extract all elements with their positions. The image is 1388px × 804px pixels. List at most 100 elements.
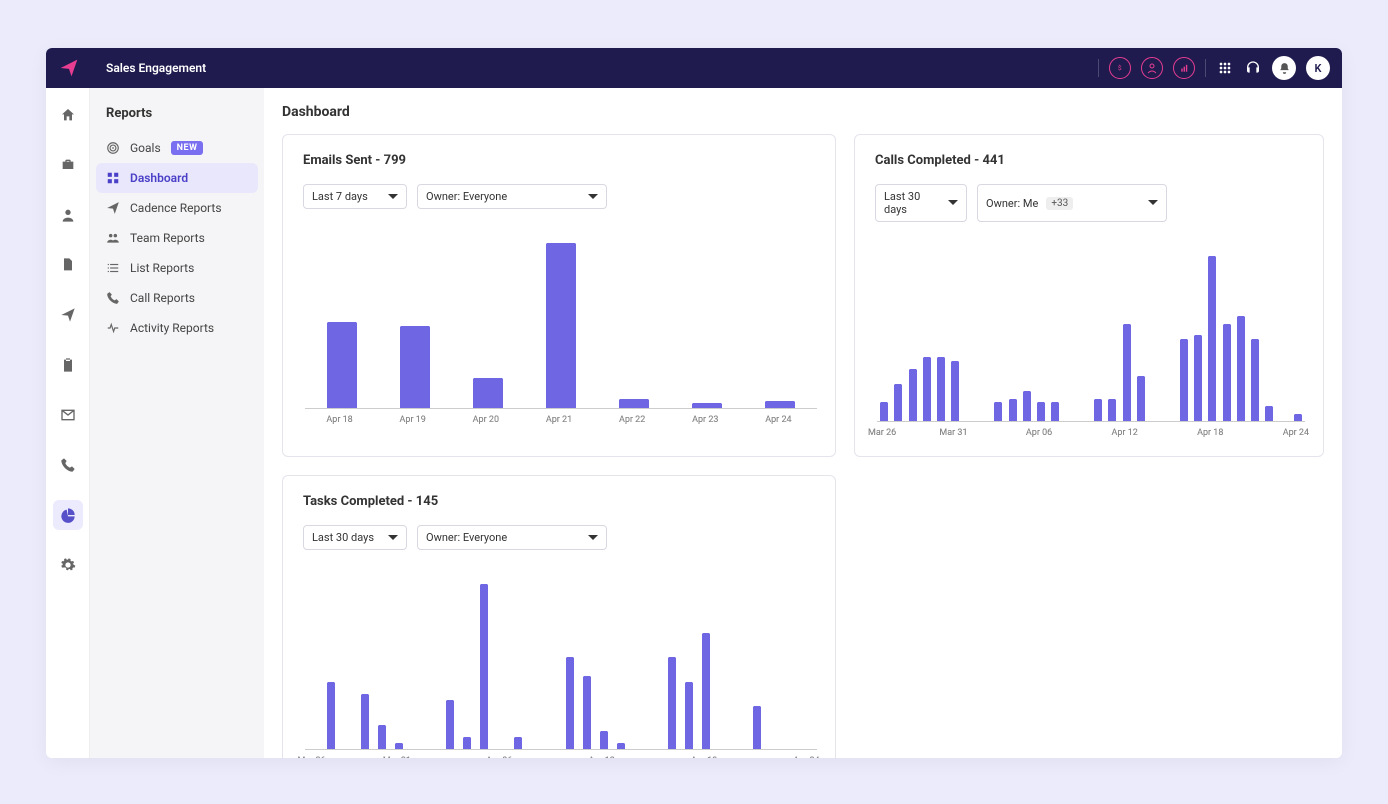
- owner-select-label: Owner: Everyone: [426, 190, 507, 203]
- dialpad-icon[interactable]: [1216, 59, 1234, 77]
- app-logo-icon: [58, 57, 80, 79]
- owner-extra-badge: +33: [1046, 197, 1073, 210]
- send-icon: [106, 201, 120, 215]
- chart-bar: [600, 731, 608, 749]
- person-icon[interactable]: [53, 200, 83, 230]
- phone-icon[interactable]: [53, 450, 83, 480]
- chart-bar: [1265, 406, 1273, 421]
- chart-bar: [702, 633, 710, 749]
- clipboard-icon[interactable]: [53, 350, 83, 380]
- chart-bar: [1137, 376, 1145, 421]
- chart-bar: [1108, 399, 1116, 422]
- target-icon: [106, 141, 120, 155]
- main-content: Dashboard Emails Sent - 799 Last 7 days …: [264, 88, 1342, 758]
- card-emails-sent: Emails Sent - 799 Last 7 days Owner: Eve…: [282, 134, 836, 457]
- chart-bar: [1208, 256, 1216, 421]
- icon-rail: [46, 88, 90, 758]
- chart-bar: [880, 402, 888, 421]
- notifications-icon[interactable]: [1272, 56, 1296, 80]
- dollar-icon[interactable]: $: [1109, 57, 1131, 79]
- chart-xlabel: Apr 21: [546, 415, 572, 425]
- send-icon[interactable]: [53, 300, 83, 330]
- headset-icon[interactable]: [1244, 59, 1262, 77]
- sidebar-item-goals[interactable]: GoalsNEW: [96, 133, 258, 163]
- sidebar-item-dashboard[interactable]: Dashboard: [96, 163, 258, 193]
- sidebar-item-cadence-reports[interactable]: Cadence Reports: [96, 193, 258, 223]
- chart-bar: [473, 378, 503, 408]
- chart-bar: [994, 402, 1002, 421]
- card-title: Tasks Completed - 145: [303, 494, 815, 509]
- chevron-down-icon: [1148, 200, 1158, 210]
- range-select[interactable]: Last 30 days: [875, 184, 967, 222]
- range-select[interactable]: Last 30 days: [303, 525, 407, 550]
- chevron-down-icon: [588, 194, 598, 204]
- chart-xlabel: Apr 06: [486, 756, 512, 758]
- owner-select[interactable]: Owner: Everyone: [417, 184, 607, 209]
- card-title: Calls Completed - 441: [875, 153, 1303, 168]
- chart-icon[interactable]: [1173, 57, 1195, 79]
- chart-bar: [951, 361, 959, 421]
- avatar[interactable]: K: [1306, 56, 1330, 80]
- chevron-down-icon: [388, 535, 398, 545]
- range-select-label: Last 30 days: [884, 190, 940, 216]
- chevron-down-icon: [948, 200, 958, 210]
- chart-bar: [685, 682, 693, 749]
- chart-xlabel: Apr 22: [619, 415, 645, 425]
- chart-xlabel: Apr 24: [793, 756, 819, 758]
- mail-icon[interactable]: [53, 400, 83, 430]
- chart-bar: [1180, 339, 1188, 422]
- chart-xlabel: Apr 23: [692, 415, 718, 425]
- chart-xlabel: Apr 20: [473, 415, 499, 425]
- sidebar-item-label: Cadence Reports: [130, 201, 222, 215]
- divider: [1205, 59, 1206, 77]
- chart-bar: [668, 657, 676, 749]
- sidebar-item-activity-reports[interactable]: Activity Reports: [96, 313, 258, 343]
- home-icon[interactable]: [53, 100, 83, 130]
- sidebar-item-label: Call Reports: [130, 291, 195, 305]
- gear-icon[interactable]: [53, 550, 83, 580]
- briefcase-icon[interactable]: [53, 150, 83, 180]
- range-select-label: Last 30 days: [312, 531, 374, 544]
- page-title: Dashboard: [282, 104, 1324, 120]
- app-window: Sales Engagement $ K: [46, 48, 1342, 758]
- user-icon[interactable]: [1141, 57, 1163, 79]
- grid-icon: [106, 171, 120, 185]
- sidebar-item-list-reports[interactable]: List Reports: [96, 253, 258, 283]
- owner-select[interactable]: Owner: Everyone: [417, 525, 607, 550]
- chart-bar: [1223, 324, 1231, 422]
- chart-xlabel: Apr 06: [1026, 428, 1052, 438]
- sidebar-item-call-reports[interactable]: Call Reports: [96, 283, 258, 313]
- chart-xlabel: Mar 31: [383, 756, 411, 758]
- sidebar-item-label: Team Reports: [130, 231, 205, 245]
- chart-bar: [378, 725, 386, 749]
- chart-xlabels: Apr 18Apr 19Apr 20Apr 21Apr 22Apr 23Apr …: [303, 415, 815, 429]
- range-select[interactable]: Last 7 days: [303, 184, 407, 209]
- chart-bar: [400, 326, 430, 409]
- chart-bar: [1037, 402, 1045, 421]
- chart-bar: [1123, 324, 1131, 422]
- chart-bar: [619, 399, 649, 408]
- chart-bar: [1023, 391, 1031, 421]
- card-title: Emails Sent - 799: [303, 153, 815, 168]
- chart-bar: [327, 322, 357, 408]
- chart-bar: [753, 706, 761, 749]
- chart-xlabel: Mar 26: [868, 428, 896, 438]
- pie-icon[interactable]: [53, 500, 83, 530]
- chart-xlabel: Apr 19: [400, 415, 426, 425]
- documents-icon[interactable]: [53, 250, 83, 280]
- phone-icon: [106, 291, 120, 305]
- sidebar-item-team-reports[interactable]: Team Reports: [96, 223, 258, 253]
- chart-xlabel: Apr 24: [1283, 428, 1309, 438]
- chart-xlabel: Apr 12: [588, 756, 614, 758]
- chart-emails-sent: [305, 239, 817, 409]
- sidebar-item-label: Activity Reports: [130, 321, 214, 335]
- owner-select-label: Owner: Me: [986, 197, 1038, 210]
- card-tasks-completed: Tasks Completed - 145 Last 30 days Owner…: [282, 475, 836, 758]
- chart-bar: [566, 657, 574, 749]
- chart-bar: [1237, 316, 1245, 421]
- owner-select[interactable]: Owner: Me +33: [977, 184, 1167, 222]
- owner-select-label: Owner: Everyone: [426, 531, 507, 544]
- svg-text:$: $: [1118, 64, 1122, 72]
- chart-bar: [765, 401, 795, 408]
- chart-tasks-completed: [305, 580, 817, 750]
